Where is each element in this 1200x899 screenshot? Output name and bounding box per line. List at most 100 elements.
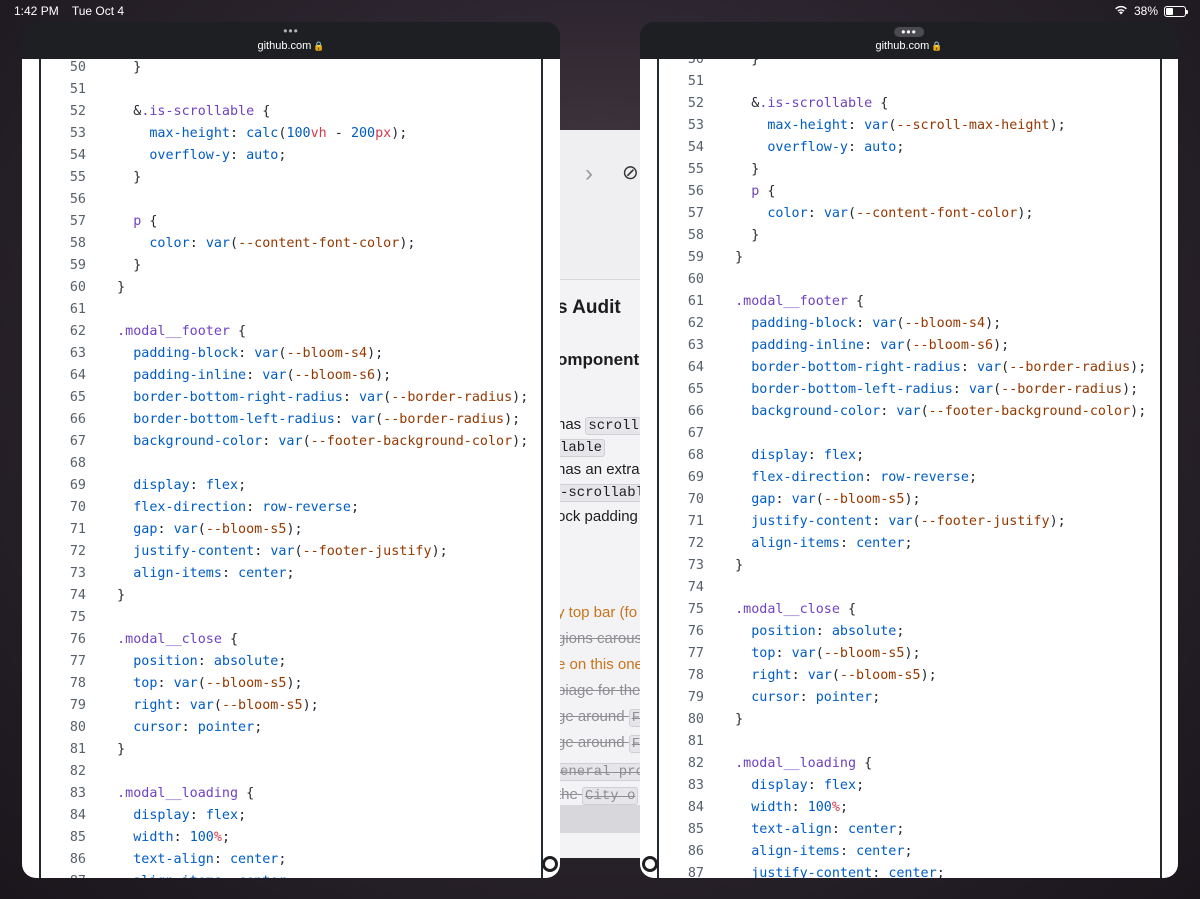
code-token: .modal__loading — [117, 786, 239, 801]
line-number: 72 — [69, 544, 86, 559]
code-text: .modal__loading { — [101, 783, 254, 805]
left-browser-window[interactable]: ••• github.com 🔒 50 } 51 52 &.is-scrollable… — [22, 22, 560, 878]
code-text: justify-content: center; — [719, 863, 945, 878]
doc-row: gions carous — [557, 630, 643, 647]
code-line: 60 — [640, 269, 1178, 291]
resize-corner-icon[interactable] — [542, 856, 558, 872]
right-code-view[interactable]: 50 } 51 52 &.is-scrollable {53 max-height:… — [640, 59, 1178, 878]
doc-subheading: omponent — [557, 350, 640, 369]
code-line: 80 } — [640, 709, 1178, 731]
right-browser-window[interactable]: ••• github.com 🔒 50 } 51 52 &.is-scrollable… — [640, 22, 1178, 878]
code-token: : — [807, 206, 824, 221]
doc-row: lable — [557, 438, 606, 457]
multitasking-dots-icon[interactable]: ••• — [894, 26, 924, 38]
code-line: 63 padding-block: var(--bloom-s4); — [22, 343, 560, 365]
code-token: overflow-y — [767, 140, 848, 155]
code-line: 69 flex-direction: row-reverse; — [640, 467, 1178, 489]
doc-code: eneral pro — [557, 763, 648, 781]
line-number: 86 — [687, 844, 704, 859]
code-line: 58 color: var(--content-font-color); — [22, 233, 560, 255]
code-token: padding-inline — [751, 338, 865, 353]
line-number: 83 — [687, 778, 704, 793]
code-line: 78 right: var(--bloom-s5); — [640, 665, 1178, 687]
code-token: : — [342, 390, 359, 405]
resize-corner-icon[interactable] — [642, 856, 658, 872]
code-token: { — [238, 786, 255, 801]
code-token: --content-font-color — [856, 206, 1018, 221]
code-text: .modal__footer { — [101, 321, 246, 343]
code-text: } — [719, 709, 743, 731]
code-text: position: absolute; — [719, 621, 904, 643]
line-number: 84 — [687, 800, 704, 815]
code-line: 69 display: flex; — [22, 475, 560, 497]
line-number: 64 — [687, 360, 704, 375]
code-line: 57 color: var(--content-font-color); — [640, 203, 1178, 225]
background-app-window[interactable]: › ⊘ s Audit omponent : has scroll lable … — [545, 130, 655, 858]
line-number: 71 — [69, 522, 86, 537]
line-number: 63 — [687, 338, 704, 353]
code-line: 57 p { — [22, 211, 560, 233]
line-number: 68 — [69, 456, 86, 471]
code-text: padding-block: var(--bloom-s4); — [719, 313, 1001, 335]
status-left: 1:42 PM Tue Oct 4 — [14, 4, 134, 18]
code-token: } — [101, 258, 142, 273]
code-token: .modal__close — [117, 632, 222, 647]
line-number: 67 — [687, 426, 704, 441]
code-token: ); — [512, 434, 529, 449]
code-text: .modal__close { — [101, 629, 238, 651]
code-token: } — [101, 588, 126, 603]
code-token: .modal__close — [735, 602, 840, 617]
code-token: var — [791, 492, 816, 507]
code-token: & — [719, 96, 760, 111]
line-number: 82 — [69, 764, 86, 779]
code-line: 66 border-bottom-left-radius: var(--bord… — [22, 409, 560, 431]
right-address-bar[interactable]: github.com 🔒 — [640, 40, 1178, 52]
code-token: absolute — [831, 624, 897, 639]
left-address-bar[interactable]: github.com 🔒 — [22, 40, 560, 52]
code-text: width: 100%; — [101, 827, 230, 849]
code-token: vh — [310, 126, 327, 141]
code-token: center — [848, 822, 897, 837]
code-line: 62 padding-block: var(--bloom-s4); — [640, 313, 1178, 335]
code-token: : — [173, 830, 190, 845]
code-line: 68 — [22, 453, 560, 475]
code-line: 56 — [22, 189, 560, 211]
line-number: 61 — [69, 302, 86, 317]
code-line: 54 overflow-y: auto; — [640, 137, 1178, 159]
code-token: : — [189, 478, 206, 493]
code-line: 81 — [640, 731, 1178, 753]
code-token: } — [101, 280, 126, 295]
chevron-right-icon[interactable]: › — [585, 160, 593, 188]
left-code-view[interactable]: 50 } 51 52 &.is-scrollable {53 max-height:… — [22, 59, 560, 878]
code-token: ); — [286, 522, 303, 537]
line-number: 81 — [69, 742, 86, 757]
code-token: center — [888, 866, 937, 878]
code-line: 76 .modal__close { — [22, 629, 560, 651]
code-text: display: flex; — [719, 775, 864, 797]
code-token: ; — [278, 148, 287, 163]
code-token: padding-block — [751, 316, 857, 331]
left-window-header: ••• github.com 🔒 — [22, 22, 560, 59]
code-token: text-align — [751, 822, 832, 837]
code-token: var — [872, 316, 897, 331]
code-token: flex-direction — [133, 500, 247, 515]
compass-icon[interactable]: ⊘ — [622, 160, 639, 185]
line-number: 87 — [687, 866, 704, 878]
code-line: 54 overflow-y: auto; — [22, 145, 560, 167]
code-token: : — [157, 522, 174, 537]
line-number: 71 — [687, 514, 704, 529]
multitasking-dots-icon[interactable]: ••• — [283, 25, 299, 37]
code-token: center — [856, 536, 905, 551]
code-text: position: absolute; — [101, 651, 286, 673]
code-line: 53 max-height: calc(100vh - 200px); — [22, 123, 560, 145]
code-line: 85 text-align: center; — [640, 819, 1178, 841]
code-token: ); — [1130, 404, 1147, 419]
code-token: center — [230, 852, 279, 867]
code-token: justify-content — [751, 514, 873, 529]
